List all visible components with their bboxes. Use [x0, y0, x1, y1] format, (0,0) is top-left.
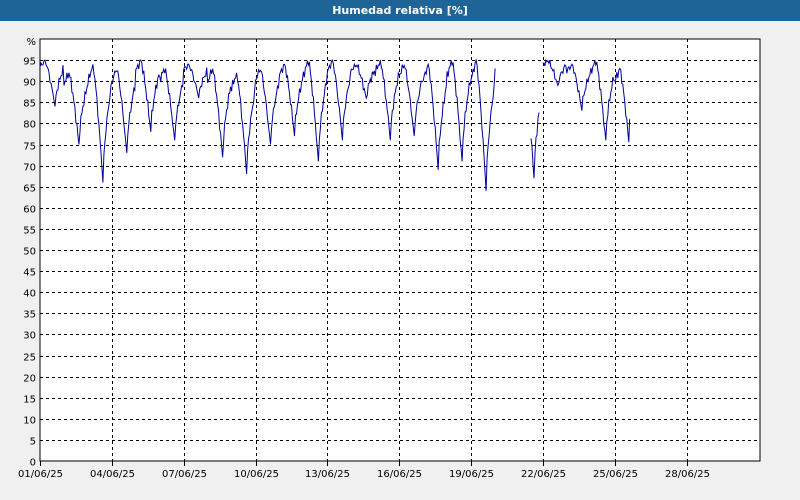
y-tick-label: 25 — [23, 353, 36, 364]
x-tick-label: 22/06/25 — [521, 469, 566, 480]
y-tick-label: 0 — [30, 458, 36, 469]
y-tick-label: 35 — [23, 310, 36, 321]
y-tick-label: 5 — [30, 437, 36, 448]
x-tick-label: 04/06/25 — [90, 469, 135, 480]
x-tick-label: 13/06/25 — [305, 469, 350, 480]
y-tick-label: 60 — [23, 205, 36, 216]
x-tick-label: 07/06/25 — [162, 469, 207, 480]
y-tick-label: 65 — [23, 184, 36, 195]
y-tick-label: 20 — [23, 374, 36, 385]
y-tick-label: 90 — [23, 78, 36, 89]
y-tick-label: 10 — [23, 416, 36, 427]
x-tick-label: 19/06/25 — [449, 469, 494, 480]
y-tick-label: 55 — [23, 226, 36, 237]
x-tick-label: 16/06/25 — [377, 469, 422, 480]
y-tick-label: 45 — [23, 268, 36, 279]
chart-title: Humedad relativa [%] — [0, 0, 800, 21]
x-tick-label: 01/06/25 — [18, 469, 63, 480]
y-tick-label: 50 — [23, 247, 36, 258]
humidity-chart: 0 5 10 15 20 25 30 35 40 45 50 55 60 65 70 75 80 85 90 95% 0… — [18, 37, 761, 480]
x-tick-label: 28/06/25 — [665, 469, 710, 480]
y-tick-label: 40 — [23, 289, 36, 300]
y-tick-label: 95 — [23, 57, 36, 68]
y-axis-label: % — [26, 37, 36, 48]
y-tick-label: 85 — [23, 99, 36, 110]
y-tick-label: 15 — [23, 395, 36, 406]
x-tick-label: 25/06/25 — [593, 469, 638, 480]
x-tick-label: 10/06/25 — [234, 469, 279, 480]
y-tick-label: 70 — [23, 163, 36, 174]
y-tick-label: 80 — [23, 120, 36, 131]
y-tick-label: 30 — [23, 331, 36, 342]
y-tick-label: 75 — [23, 142, 36, 153]
